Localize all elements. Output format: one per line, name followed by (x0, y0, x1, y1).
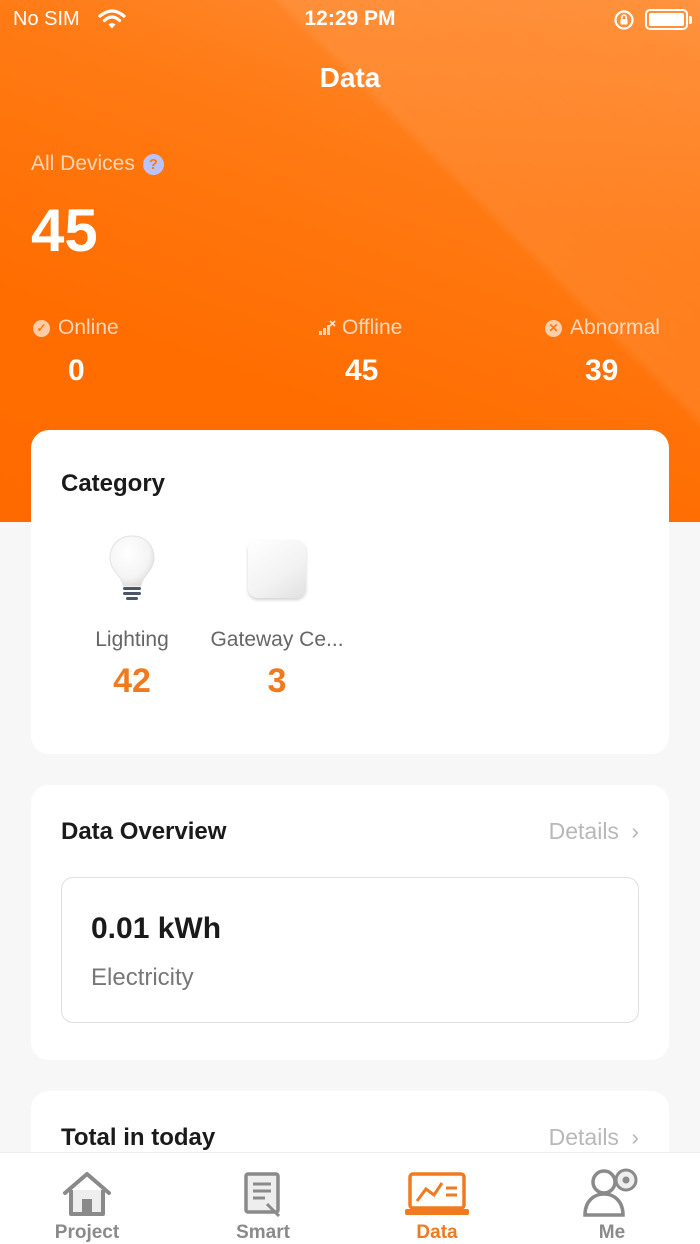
status-time: 12:29 PM (304, 7, 396, 30)
bottom-tab-bar: Project Smart Data Me (0, 1152, 700, 1244)
total-today-title: Total in today (61, 1124, 216, 1151)
abnormal-label: Abnormal (570, 316, 660, 339)
help-icon[interactable]: ? (142, 153, 164, 175)
gateway-device-icon (192, 534, 362, 602)
tab-me[interactable]: Me (547, 1165, 677, 1244)
data-overview-card: Data Overview Details › 0.01 kWh Electri… (31, 785, 669, 1060)
battery-icon (645, 9, 692, 30)
total-devices-count: 45 (31, 197, 98, 264)
electricity-value: 0.01 kWh (91, 912, 222, 945)
all-devices-text: All Devices (31, 152, 135, 175)
chevron-right-icon: › (631, 818, 639, 844)
overview-details-link[interactable]: Details › (549, 818, 639, 845)
chevron-right-icon: › (631, 1124, 639, 1150)
online-count: 0 (68, 354, 85, 387)
document-icon (198, 1165, 328, 1217)
tab-label: Project (54, 1222, 120, 1243)
offline-stat: Offline 45 (318, 316, 402, 388)
electricity-panel[interactable]: 0.01 kWh Electricity (61, 877, 639, 1023)
rotation-lock-icon (613, 9, 635, 36)
today-details-link[interactable]: Details › (549, 1124, 639, 1151)
check-circle-icon: ✓ (33, 319, 50, 337)
status-bar: No SIM 12:29 PM (0, 0, 700, 40)
online-label: Online (58, 316, 119, 339)
tab-label: Me (598, 1222, 626, 1243)
house-icon (22, 1165, 152, 1217)
tab-label: Data (416, 1222, 458, 1243)
abnormal-stat: ✕ Abnormal 39 (545, 316, 660, 388)
tab-project[interactable]: Project (22, 1165, 152, 1244)
category-count: 3 (267, 662, 287, 700)
electricity-label: Electricity (91, 964, 194, 991)
page-title: Data (319, 62, 381, 93)
tab-label: Smart (236, 1222, 290, 1243)
offline-label: Offline (342, 316, 403, 339)
data-overview-title: Data Overview (61, 818, 227, 845)
user-gear-icon (547, 1165, 677, 1217)
category-card: Category Lighting 42 Gateway Ce... 3 (31, 430, 669, 754)
details-label: Details (548, 818, 619, 844)
x-circle-icon: ✕ (545, 319, 562, 337)
all-devices-label: All Devices ? (31, 152, 164, 176)
offline-count: 45 (345, 354, 379, 387)
details-label: Details (548, 1124, 619, 1150)
tab-smart[interactable]: Smart (198, 1165, 328, 1244)
no-signal-icon (318, 320, 336, 336)
category-item-gateway[interactable]: Gateway Ce... 3 (192, 534, 362, 701)
abnormal-count: 39 (585, 354, 619, 387)
category-title: Category (61, 470, 166, 497)
tab-data[interactable]: Data (372, 1165, 502, 1244)
category-name: Gateway Ce... (210, 628, 344, 651)
monitor-chart-icon (372, 1165, 502, 1217)
online-stat: ✓ Online 0 (33, 316, 119, 388)
